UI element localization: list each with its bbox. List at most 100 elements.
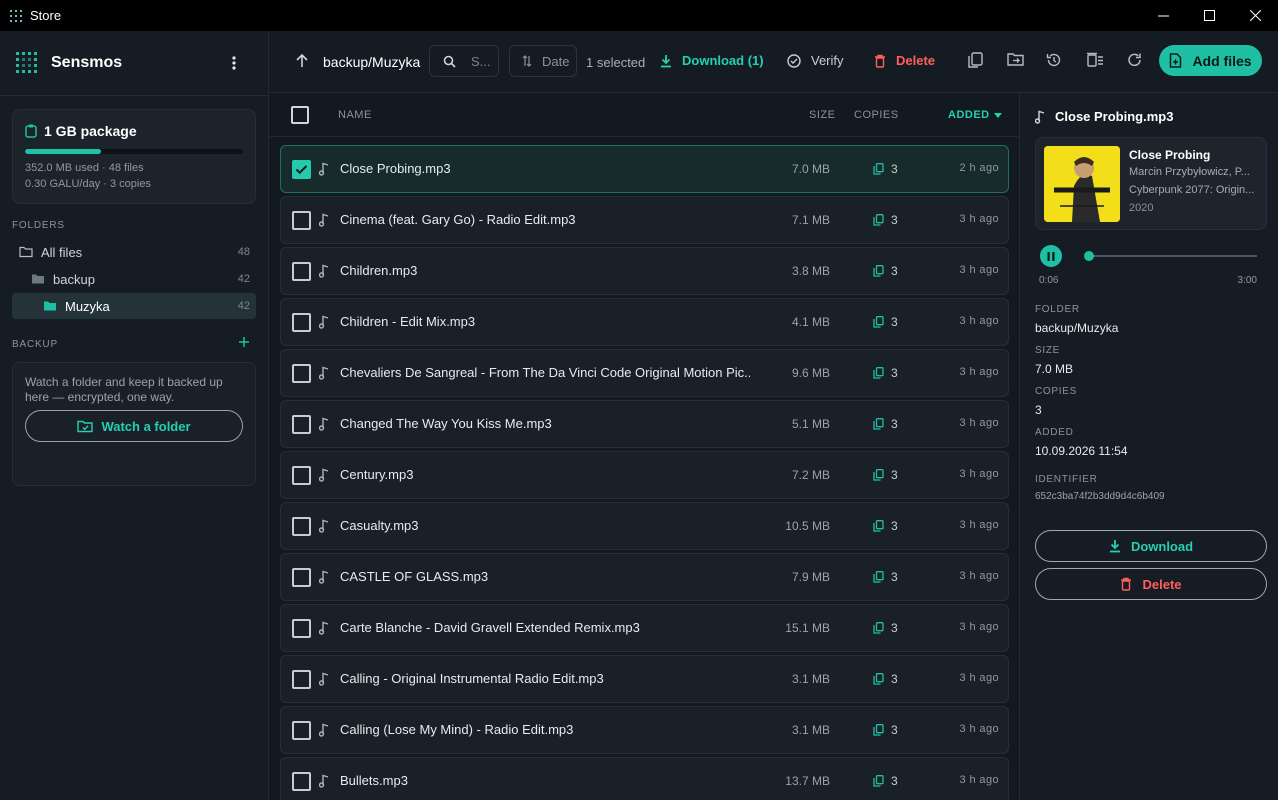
watch-folder-label: Watch a folder [101,418,191,434]
trash-icon [1121,577,1132,591]
download-selected-button[interactable]: Download (1) [660,53,764,68]
folder-all-files[interactable]: All files 48 [12,239,256,265]
copies-count: 3 [891,264,898,278]
file-size: 4.1 MB [791,315,830,329]
file-row[interactable]: Chevaliers De Sangreal - From The Da Vin… [280,349,1009,397]
row-checkbox[interactable] [292,517,311,536]
more-menu-button[interactable] [226,53,242,73]
folder-backup[interactable]: backup 42 [12,266,256,292]
time-current: 0:06 [1039,275,1059,286]
folder-label: Muzyka [65,298,110,314]
maximize-button[interactable] [1186,0,1232,31]
column-added[interactable]: ADDED [948,109,1002,121]
file-row[interactable]: Changed The Way You Kiss Me.mp3 5.1 MB 3 3 … [280,400,1009,448]
detail-download-button[interactable]: Download [1035,530,1267,562]
delete-selected-button[interactable]: Delete [874,53,935,68]
copies-count: 3 [891,723,898,737]
verify-button[interactable]: Verify [787,53,844,68]
copies-count: 3 [891,213,898,227]
file-row[interactable]: Carte Blanche - David Gravell Extended R… [280,604,1009,652]
file-row[interactable]: Century.mp3 7.2 MB 3 3 h ago [280,451,1009,499]
add-backup-button[interactable] [238,336,250,348]
brand-name: Sensmos [51,54,123,71]
sort-label: Date [542,53,570,69]
move-to-folder-button[interactable] [1007,52,1024,67]
file-added: 3 h ago [959,519,999,531]
column-name[interactable]: NAME [338,109,372,121]
seek-handle[interactable] [1084,251,1095,261]
close-window-button[interactable] [1232,0,1278,31]
row-checkbox[interactable] [292,466,311,485]
watch-folder-button[interactable]: Watch a folder [25,410,243,442]
copy-button[interactable] [967,52,983,69]
download-selected-label: Download (1) [682,53,764,68]
minimize-button[interactable] [1140,0,1186,31]
detail-delete-button[interactable]: Delete [1035,568,1267,600]
minimize-icon [1157,15,1169,17]
row-checkbox[interactable] [292,262,311,281]
current-path: backup/Muzyka [323,54,421,70]
folder-outline-icon [19,246,33,258]
file-name: Close Probing.mp3 [340,161,451,176]
file-row[interactable]: Casualty.mp3 10.5 MB 3 3 h ago [280,502,1009,550]
file-name: Calling - Original Instrumental Radio Ed… [340,671,604,686]
pause-button[interactable] [1040,245,1062,267]
add-files-button[interactable]: Add files [1159,45,1262,76]
music-note-icon [319,672,329,686]
file-added: 3 h ago [959,672,999,684]
folder-move-icon [1007,53,1024,66]
row-checkbox[interactable] [292,364,311,383]
file-row[interactable]: Children.mp3 3.8 MB 3 3 h ago [280,247,1009,295]
refresh-icon [1128,53,1141,67]
folder-muzyka[interactable]: Muzyka 42 [12,293,256,319]
up-folder-button[interactable] [296,54,308,68]
row-checkbox[interactable] [292,415,311,434]
file-row[interactable]: Calling - Original Instrumental Radio Ed… [280,655,1009,703]
column-size[interactable]: SIZE [809,109,835,121]
file-row[interactable]: Close Probing.mp3 7.0 MB 3 2 h ago [280,145,1009,193]
copies-value: 3 [1035,403,1042,417]
folder-watch-icon [77,420,94,432]
identifier-value: 652c3ba74f2b3dd9d4c6b409 [1035,491,1165,502]
added-label: ADDED [1035,427,1074,438]
file-row[interactable]: Cinema (feat. Gary Go) - Radio Edit.mp3 7… [280,196,1009,244]
row-checkbox[interactable] [292,160,311,179]
file-row[interactable]: CASTLE OF GLASS.mp3 7.9 MB 3 3 h ago [280,553,1009,601]
file-row[interactable]: Calling (Lose My Mind) - Radio Edit.mp3 3… [280,706,1009,754]
copies-count: 3 [891,468,898,482]
row-checkbox[interactable] [292,721,311,740]
file-added: 3 h ago [959,774,999,786]
row-checkbox[interactable] [292,772,311,791]
music-note-icon [319,621,329,635]
row-checkbox[interactable] [292,313,311,332]
row-checkbox[interactable] [292,568,311,587]
file-row[interactable]: Bullets.mp3 13.7 MB 3 3 h ago [280,757,1009,800]
track-album: Cyberpunk 2077: Origin... [1129,184,1255,196]
copies-icon [873,571,891,583]
column-added-label: ADDED [948,109,990,121]
sort-button[interactable]: Date [509,45,577,77]
file-list: NAME SIZE COPIES ADDED Close Probing.mp3… [270,93,1018,800]
row-checkbox[interactable] [292,670,311,689]
column-copies[interactable]: COPIES [854,109,899,121]
size-label: SIZE [1035,345,1061,356]
refresh-button[interactable] [1127,52,1142,68]
row-checkbox[interactable] [292,619,311,638]
track-year: 2020 [1129,202,1154,214]
file-added: 3 h ago [959,621,999,633]
copies-icon [873,163,891,175]
row-checkbox[interactable] [292,211,311,230]
select-all-checkbox[interactable] [291,106,309,124]
file-row[interactable]: Children - Edit Mix.mp3 4.1 MB 3 3 h ago [280,298,1009,346]
copies-count: 3 [891,774,898,788]
track-card: Close Probing Marcin Przybyłowicz, P... … [1035,137,1267,230]
file-copies: 3 [873,264,898,278]
clear-button[interactable] [1087,52,1104,67]
copies-count: 3 [891,366,898,380]
search-input[interactable]: S... [429,45,499,77]
seek-track[interactable] [1084,255,1257,257]
arrow-up-icon [296,54,308,67]
package-icon [25,124,37,138]
file-size: 15.1 MB [785,621,830,635]
history-button[interactable] [1046,52,1062,68]
